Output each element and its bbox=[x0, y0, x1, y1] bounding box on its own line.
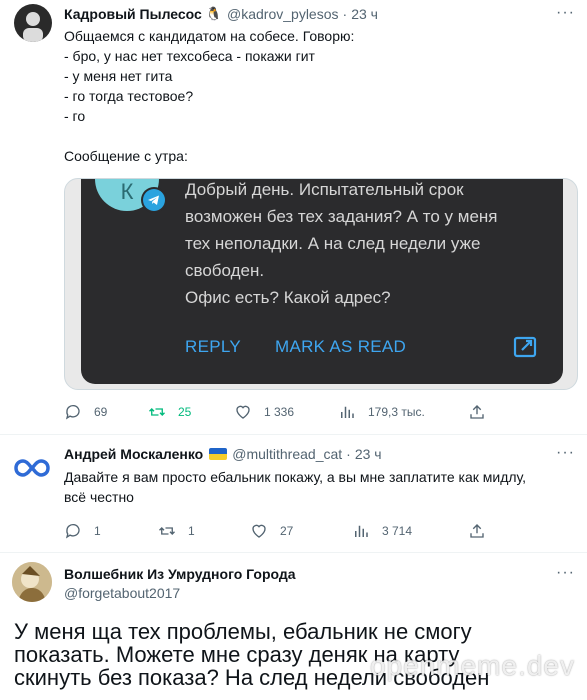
author-name[interactable]: Кадровый Пылесос bbox=[64, 6, 202, 22]
like-action[interactable]: 1 336 bbox=[234, 403, 294, 421]
divider bbox=[0, 434, 587, 435]
retweet-action[interactable]: 1 bbox=[158, 522, 195, 540]
like-count: 1 336 bbox=[264, 405, 295, 419]
open-external-icon[interactable] bbox=[513, 335, 539, 364]
views-count: 3 714 bbox=[382, 524, 413, 538]
heart-icon bbox=[236, 405, 250, 419]
reply-count: 1 bbox=[94, 524, 101, 538]
share-icon bbox=[470, 405, 484, 419]
mark-as-read-button[interactable]: MARK AS READ bbox=[275, 337, 406, 357]
reply-action[interactable]: 1 bbox=[64, 522, 101, 540]
telegram-icon bbox=[141, 187, 167, 213]
retweet-action[interactable]: 25 bbox=[148, 403, 191, 421]
author-handle[interactable]: @multithread_cat bbox=[232, 446, 342, 462]
views-action[interactable]: 179,3 тыс. bbox=[338, 403, 425, 421]
heart-icon bbox=[252, 524, 266, 538]
share-action[interactable] bbox=[468, 522, 498, 540]
views-icon bbox=[341, 406, 354, 418]
share-action[interactable] bbox=[468, 403, 498, 421]
like-action[interactable]: 27 bbox=[250, 522, 293, 540]
watermark: openmeme.dev bbox=[369, 650, 575, 681]
author-handle[interactable]: @kadrov_pylesos bbox=[227, 6, 339, 22]
more-options-icon[interactable]: ··· bbox=[556, 564, 575, 582]
reply-icon bbox=[65, 404, 80, 420]
tweet-text: Общаемся с кандидатом на собесе. Говорю:… bbox=[64, 28, 355, 164]
author-name[interactable]: Андрей Москаленко bbox=[64, 446, 203, 462]
more-options-icon[interactable]: ··· bbox=[556, 4, 575, 22]
embedded-screenshot[interactable]: К Добрый день. Испытательный срок возмож… bbox=[64, 178, 578, 390]
retweet-count: 25 bbox=[178, 405, 192, 419]
timestamp[interactable]: 23 ч bbox=[355, 446, 382, 462]
views-icon bbox=[355, 525, 368, 537]
like-count: 27 bbox=[280, 524, 294, 538]
reply-action[interactable]: 69 bbox=[64, 403, 107, 421]
avatar[interactable] bbox=[12, 448, 52, 488]
author-name[interactable]: Волшебник Из Умрудного Города bbox=[64, 566, 296, 582]
retweet-count: 1 bbox=[188, 524, 195, 538]
author-handle[interactable]: @forgetabout2017 bbox=[64, 585, 180, 601]
ukraine-flag-icon bbox=[209, 448, 228, 460]
avatar[interactable] bbox=[12, 562, 52, 602]
telegram-notification: К Добрый день. Испытательный срок возмож… bbox=[81, 179, 563, 384]
retweet-icon bbox=[149, 408, 165, 416]
tweet-text: Давайте я вам просто ебальник покажу, а … bbox=[64, 469, 527, 505]
views-action[interactable]: 3 714 bbox=[352, 522, 412, 540]
reply-button[interactable]: REPLY bbox=[185, 337, 241, 357]
more-options-icon[interactable]: ··· bbox=[556, 444, 575, 462]
views-count: 179,3 тыс. bbox=[368, 405, 425, 419]
penguin-icon: 🐧 bbox=[205, 6, 223, 21]
timestamp[interactable]: 23 ч bbox=[351, 6, 378, 22]
reply-icon bbox=[65, 523, 80, 539]
notification-message: Добрый день. Испытательный срок возможен… bbox=[185, 180, 498, 307]
reply-count: 69 bbox=[94, 405, 108, 419]
divider bbox=[0, 552, 587, 553]
share-icon bbox=[470, 524, 484, 538]
avatar[interactable] bbox=[14, 4, 52, 42]
retweet-icon bbox=[159, 527, 175, 535]
